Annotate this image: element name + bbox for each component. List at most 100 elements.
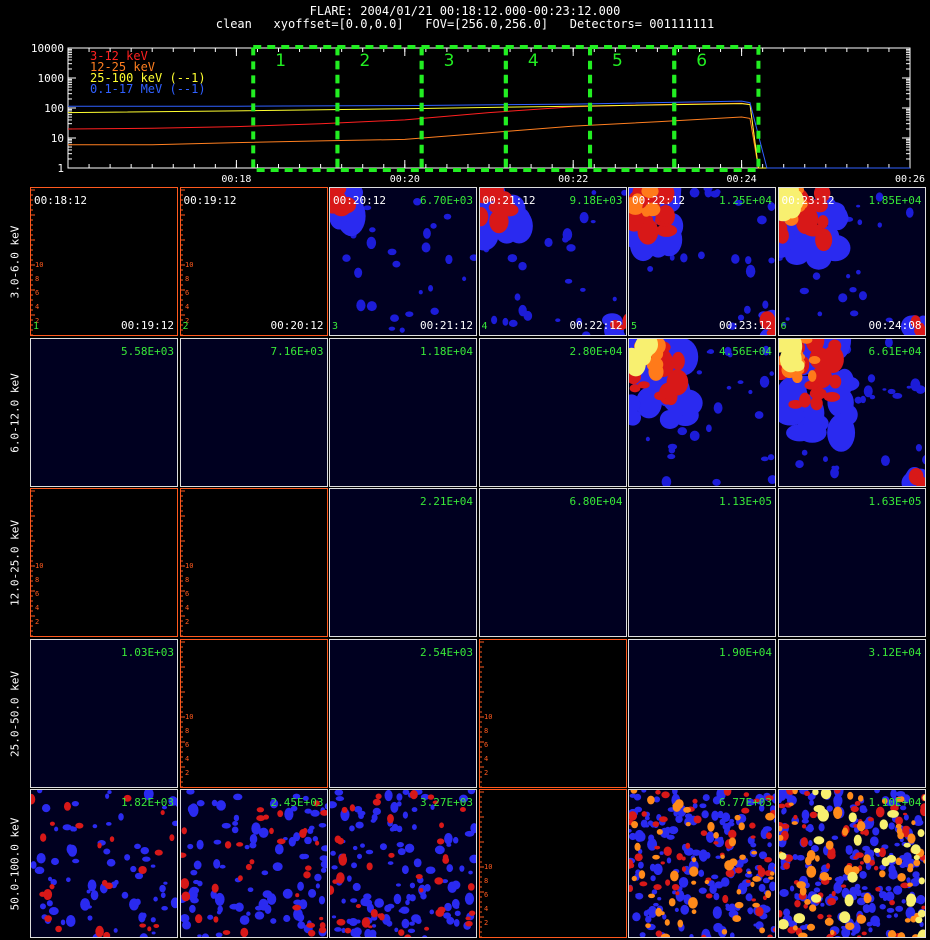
- noise-speckle: [885, 885, 892, 892]
- noise-speckle: [315, 883, 320, 889]
- noise-speckle: [737, 379, 744, 384]
- noise-speckle: [320, 845, 327, 852]
- axis-tick-label: 4: [185, 303, 189, 311]
- noise-speckle: [856, 914, 866, 924]
- noise-speckle: [274, 843, 284, 855]
- noise-speckle: [86, 905, 92, 909]
- axis-tick-label: 6: [185, 590, 189, 598]
- noise-speckle: [302, 827, 307, 834]
- emission-blob: [817, 215, 828, 229]
- axis-tick-label: 4: [484, 755, 488, 763]
- noise-speckle: [640, 819, 648, 828]
- noise-speckle: [747, 907, 754, 915]
- noise-speckle: [49, 884, 55, 890]
- noise-speckle: [810, 894, 821, 903]
- noise-speckle: [342, 254, 351, 262]
- peak-value: 6.77E+03: [719, 796, 772, 809]
- noise-speckle: [71, 800, 79, 807]
- noise-speckle: [822, 455, 828, 462]
- noise-speckle: [641, 790, 647, 793]
- noise-speckle: [369, 227, 376, 233]
- noise-speckle: [831, 835, 838, 840]
- noise-speckle: [130, 865, 137, 873]
- noise-speckle: [106, 821, 112, 826]
- noise-speckle: [676, 853, 683, 861]
- noise-speckle: [681, 866, 687, 872]
- image-cell: 00:21:12 00:22:12 4 9.18E+03: [478, 187, 627, 336]
- noise-speckle: [917, 909, 925, 918]
- noise-speckle: [258, 898, 268, 911]
- noise-speckle: [215, 932, 223, 937]
- noise-speckle: [160, 892, 166, 899]
- noise-speckle: [660, 861, 665, 865]
- noise-speckle: [406, 893, 412, 901]
- noise-speckle: [368, 925, 373, 929]
- noise-speckle: [250, 822, 261, 835]
- noise-speckle: [468, 870, 473, 875]
- noise-speckle: [331, 915, 337, 919]
- noise-speckle: [693, 815, 702, 824]
- noise-speckle: [914, 916, 922, 924]
- noise-speckle: [565, 244, 576, 252]
- noise-speckle: [878, 892, 884, 899]
- noise-speckle: [409, 790, 418, 800]
- noise-speckle: [722, 894, 729, 904]
- noise-speckle: [60, 919, 66, 926]
- noise-speckle: [850, 931, 856, 936]
- noise-speckle: [671, 883, 680, 891]
- noise-speckle: [334, 835, 342, 844]
- noise-speckle: [420, 892, 427, 900]
- noise-speckle: [850, 806, 859, 813]
- noise-speckle: [336, 918, 346, 926]
- noise-speckle: [502, 317, 508, 326]
- noise-speckle: [107, 790, 112, 794]
- noise-speckle: [334, 927, 342, 932]
- series-line: [68, 116, 910, 169]
- noise-speckle: [869, 836, 879, 847]
- axis-tick-label: 8: [185, 275, 189, 283]
- noise-speckle: [370, 818, 376, 823]
- axis-tick-label: 10: [484, 863, 492, 871]
- noise-speckle: [49, 821, 55, 826]
- noise-speckle: [34, 866, 45, 875]
- noise-speckle: [859, 861, 864, 865]
- noise-speckle: [445, 254, 453, 265]
- noise-speckle: [186, 843, 193, 850]
- noise-speckle: [759, 375, 770, 388]
- peak-value: 1.13E+05: [719, 495, 772, 508]
- noise-speckle: [888, 868, 898, 880]
- noise-speckle: [649, 863, 656, 872]
- noise-speckle: [806, 923, 815, 931]
- noise-speckle: [659, 816, 668, 823]
- noise-speckle: [154, 849, 163, 856]
- noise-speckle: [638, 870, 646, 879]
- noise-speckle: [920, 905, 925, 910]
- axis-tick-label: 2: [484, 769, 488, 777]
- energy-band-label-text: 3.0-6.0 keV: [8, 225, 22, 299]
- noise-speckle: [910, 820, 916, 826]
- peak-value: 7.16E+03: [270, 344, 324, 358]
- noise-speckle: [350, 928, 357, 937]
- noise-speckle: [222, 930, 230, 935]
- image-cell: 2 4 6 8 10: [179, 638, 328, 788]
- noise-speckle: [916, 929, 925, 937]
- noise-speckle: [219, 864, 226, 869]
- interval-label: 3: [444, 51, 455, 71]
- noise-speckle: [648, 893, 656, 899]
- image-map: [779, 489, 926, 637]
- x-tick-label: 00:22: [558, 174, 588, 185]
- noise-speckle: [853, 834, 862, 846]
- noise-speckle: [769, 871, 775, 876]
- noise-speckle: [318, 926, 326, 934]
- noise-speckle: [261, 870, 268, 876]
- noise-speckle: [894, 905, 903, 912]
- noise-speckle: [341, 898, 346, 904]
- noise-speckle: [680, 253, 688, 263]
- interval-index: 3: [332, 321, 339, 332]
- noise-speckle: [212, 916, 218, 923]
- noise-speckle: [826, 897, 836, 906]
- noise-speckle: [858, 870, 867, 879]
- noise-speckle: [859, 395, 866, 403]
- noise-speckle: [282, 888, 293, 899]
- noise-speckle: [816, 913, 824, 920]
